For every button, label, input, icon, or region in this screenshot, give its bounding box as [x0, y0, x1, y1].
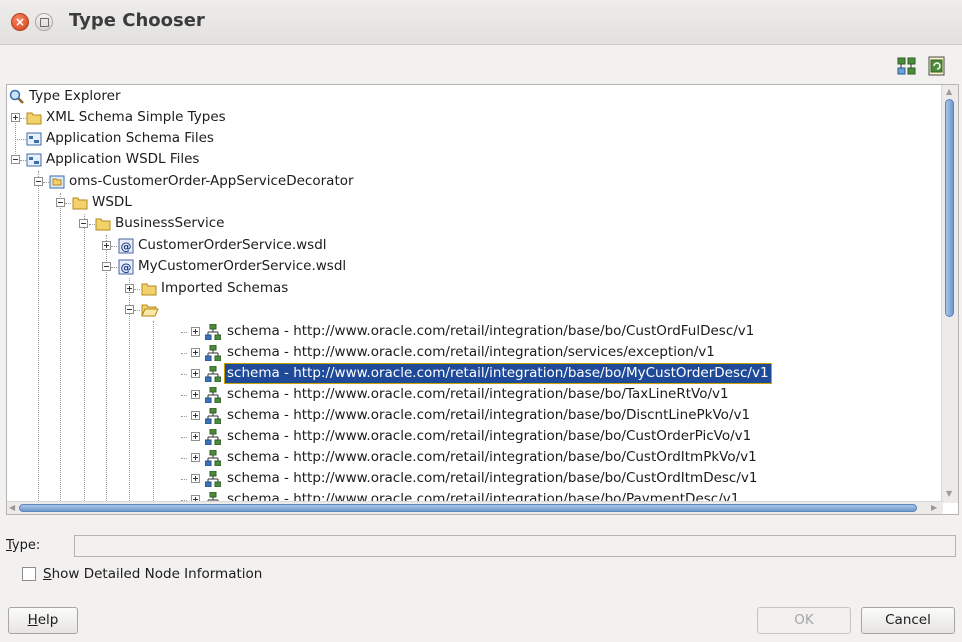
tree-node-label: schema - http://www.oracle.com/retail/in… [227, 470, 758, 486]
schema-icon [204, 365, 222, 383]
show-detailed-node-information-label[interactable]: Show Detailed Node Information [43, 566, 262, 582]
maximize-window-icon[interactable] [35, 13, 53, 31]
schema-icon [204, 323, 222, 341]
folder-icon [141, 281, 157, 297]
tree-node-label: schema - http://www.oracle.com/retail/in… [227, 428, 752, 444]
help-button[interactable]: Help [8, 607, 78, 634]
tree-node-label: schema - http://www.oracle.com/retail/in… [227, 407, 751, 423]
expand-icon[interactable] [191, 327, 200, 336]
tree-node-label: BusinessService [115, 215, 225, 231]
type-label: Type: [6, 538, 40, 553]
show-details-mnemonic: S [43, 566, 52, 582]
window-title: Type Chooser [69, 10, 205, 31]
cancel-button[interactable]: Cancel [861, 607, 955, 634]
magnifier-icon [9, 89, 25, 105]
scroll-right-icon[interactable]: ▶ [931, 503, 937, 513]
folder-icon [95, 216, 111, 232]
expand-icon[interactable] [191, 390, 200, 399]
expand-icon[interactable] [125, 284, 134, 293]
tree-node-label: schema - http://www.oracle.com/retail/in… [227, 386, 729, 402]
tree-node-label: oms-CustomerOrder-AppServiceDecorator [69, 173, 354, 189]
show-detailed-node-information-checkbox[interactable] [22, 567, 36, 581]
open-folder-icon [141, 302, 159, 318]
schema-icon [204, 428, 222, 446]
scroll-up-icon[interactable]: ▲ [946, 87, 952, 97]
help-text: elp [37, 612, 59, 628]
svg-text:@: @ [121, 261, 132, 274]
collapse-icon[interactable] [11, 155, 20, 164]
horizontal-scroll-thumb[interactable] [19, 504, 917, 512]
ok-button[interactable]: OK [757, 607, 851, 634]
project-icon [49, 174, 65, 190]
show-details-text: how Detailed Node Information [51, 566, 263, 582]
tree-node-label: Type Explorer [29, 88, 121, 104]
close-window-icon[interactable]: × [11, 13, 29, 31]
wsdl-file-icon: @ [118, 238, 134, 254]
tree-node-label: Application Schema Files [46, 130, 214, 146]
tree-node-label: schema - http://www.oracle.com/retail/in… [224, 363, 772, 384]
schema-icon [204, 407, 222, 425]
expand-icon[interactable] [102, 241, 111, 250]
expand-icon[interactable] [191, 453, 200, 462]
expand-icon[interactable] [191, 369, 200, 378]
tree-node-label: CustomerOrderService.wsdl [138, 237, 327, 253]
tree-node-label: XML Schema Simple Types [46, 109, 226, 125]
title-bar: × Type Chooser [0, 0, 962, 45]
collapse-icon[interactable] [125, 305, 134, 314]
hierarchy-view-icon[interactable] [896, 56, 918, 76]
tree-node-label: schema - http://www.oracle.com/retail/in… [227, 449, 757, 465]
schema-icon [204, 344, 222, 362]
help-mnemonic: H [27, 612, 38, 628]
refresh-schema-icon[interactable] [926, 56, 948, 76]
wsdl-file-icon: @ [118, 259, 134, 275]
expand-icon[interactable] [191, 474, 200, 483]
tree-node-label: schema - http://www.oracle.com/retail/in… [227, 344, 715, 360]
scroll-left-icon[interactable]: ◀ [9, 503, 15, 513]
tree-node-label: Imported Schemas [161, 280, 289, 296]
collapse-icon[interactable] [102, 262, 111, 271]
tree-node-label: WSDL [92, 194, 132, 210]
type-explorer-tree[interactable]: Type Explorer XML Schema Simple Types Ap… [6, 84, 959, 515]
type-label-text: ype: [11, 538, 41, 553]
collapse-icon[interactable] [34, 177, 43, 186]
horizontal-scrollbar[interactable]: ◀ ▶ [7, 501, 943, 514]
schema-icon [204, 386, 222, 404]
tree-node-label [159, 300, 163, 319]
type-field[interactable] [74, 535, 956, 557]
tree-node-label: Application WSDL Files [46, 151, 200, 167]
collapse-icon[interactable] [56, 198, 65, 207]
expand-icon[interactable] [191, 348, 200, 357]
vertical-scrollbar[interactable]: ▲ ▼ [941, 85, 958, 503]
vertical-scroll-thumb[interactable] [945, 99, 954, 317]
svg-text:@: @ [121, 240, 132, 253]
folder-icon [72, 195, 88, 211]
scroll-down-icon[interactable]: ▼ [946, 489, 952, 499]
schema-files-icon [26, 131, 42, 147]
schema-icon [204, 470, 222, 488]
schema-icon [204, 449, 222, 467]
expand-icon[interactable] [191, 432, 200, 441]
collapse-icon[interactable] [79, 219, 88, 228]
expand-icon[interactable] [191, 411, 200, 420]
tree-node-label: schema - http://www.oracle.com/retail/in… [227, 323, 755, 339]
folder-icon [26, 110, 42, 126]
expand-icon[interactable] [11, 113, 20, 122]
tree-node-label: MyCustomerOrderService.wsdl [138, 258, 347, 274]
schema-files-icon [26, 152, 42, 168]
